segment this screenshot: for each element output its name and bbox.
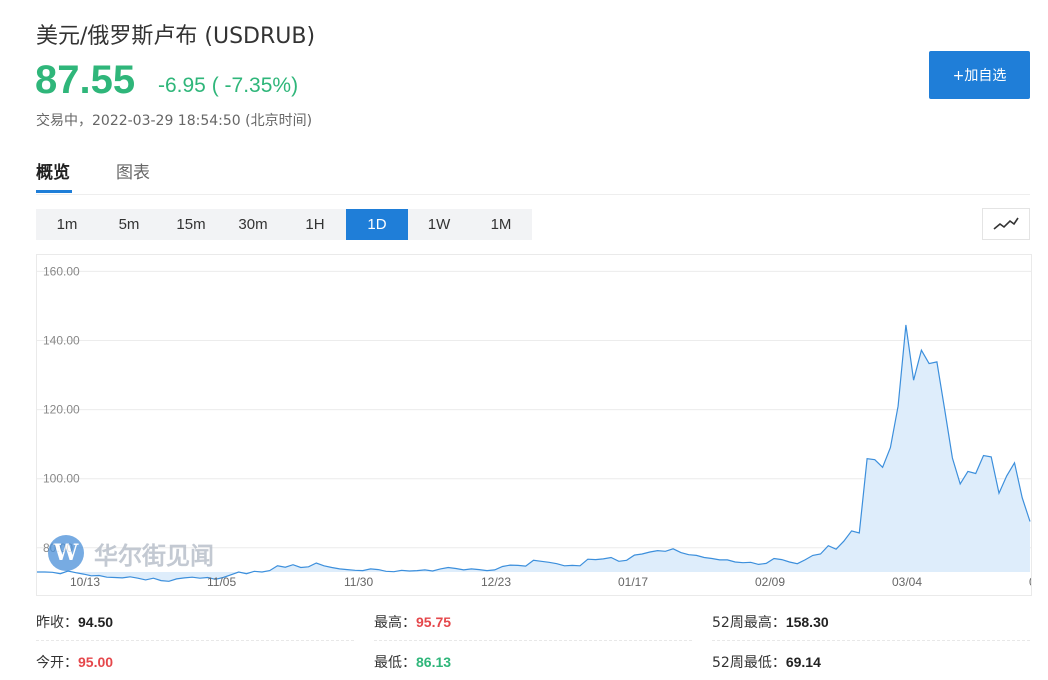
- tab-overview[interactable]: 概览: [36, 158, 70, 183]
- interval-1m[interactable]: 1m: [36, 209, 98, 240]
- interval-1h[interactable]: 1H: [284, 209, 346, 240]
- stat-value: 95.00: [78, 654, 114, 670]
- stat-value: 158.30: [785, 614, 829, 630]
- chart-type-button[interactable]: [982, 208, 1030, 240]
- active-tab-indicator: [36, 190, 72, 193]
- stat-prev-close: 昨收： 94.50: [36, 604, 354, 641]
- current-price: 87.55: [35, 58, 136, 102]
- watermark-text: 华尔街见闻: [94, 540, 214, 570]
- x-tick-label: 03/2: [1029, 575, 1031, 589]
- stat-label: 最低：: [374, 655, 416, 671]
- trading-status: 交易中，2022-03-29 18:54:50 (北京时间): [36, 113, 313, 129]
- stat-value: 69.14: [785, 654, 821, 670]
- interval-selector: 1m 5m 15m 30m 1H 1D 1W 1M: [36, 209, 532, 240]
- x-tick-label: 03/04: [892, 575, 922, 589]
- y-tick-label: 160.00: [43, 264, 80, 278]
- y-tick-label: 140.00: [43, 333, 80, 347]
- stat-value: 86.13: [416, 654, 452, 670]
- interval-1mo[interactable]: 1M: [470, 209, 532, 240]
- price-change: -6.95 ( -7.35%): [158, 74, 299, 97]
- tab-chart[interactable]: 图表: [116, 158, 150, 183]
- stat-label: 52周最低：: [712, 655, 786, 671]
- x-tick-label: 12/23: [481, 575, 511, 589]
- add-watchlist-button[interactable]: +加自选: [929, 51, 1030, 99]
- tab-bar: 概览 图表: [36, 150, 1030, 195]
- x-tick-label: 01/17: [618, 575, 648, 589]
- x-tick-label: 11/30: [344, 575, 373, 589]
- interval-5m[interactable]: 5m: [98, 209, 160, 240]
- stat-label: 最高：: [374, 615, 416, 631]
- interval-15m[interactable]: 15m: [160, 209, 222, 240]
- y-tick-label: 100.00: [43, 472, 80, 486]
- line-chart-icon: [993, 217, 1019, 230]
- stat-high: 最高： 95.75: [374, 604, 692, 641]
- watermark: W 华尔街见闻: [48, 535, 214, 571]
- x-tick-label: 11/05: [207, 575, 236, 589]
- stat-label: 昨收：: [36, 615, 78, 631]
- watermark-logo: W: [48, 535, 84, 571]
- interval-1w[interactable]: 1W: [408, 209, 470, 240]
- x-tick-label: 10/13: [70, 575, 100, 589]
- interval-1d[interactable]: 1D: [346, 209, 408, 240]
- y-tick-label: 120.00: [43, 403, 80, 417]
- stat-label: 今开：: [36, 655, 78, 671]
- interval-30m[interactable]: 30m: [222, 209, 284, 240]
- stat-value: 95.75: [416, 614, 452, 630]
- stat-value: 94.50: [78, 614, 114, 630]
- stat-label: 52周最高：: [712, 615, 786, 631]
- x-tick-label: 02/09: [755, 575, 785, 589]
- stat-high-52w: 52周最高： 158.30: [712, 604, 1030, 641]
- page-title: 美元/俄罗斯卢布 (USDRUB): [36, 24, 316, 49]
